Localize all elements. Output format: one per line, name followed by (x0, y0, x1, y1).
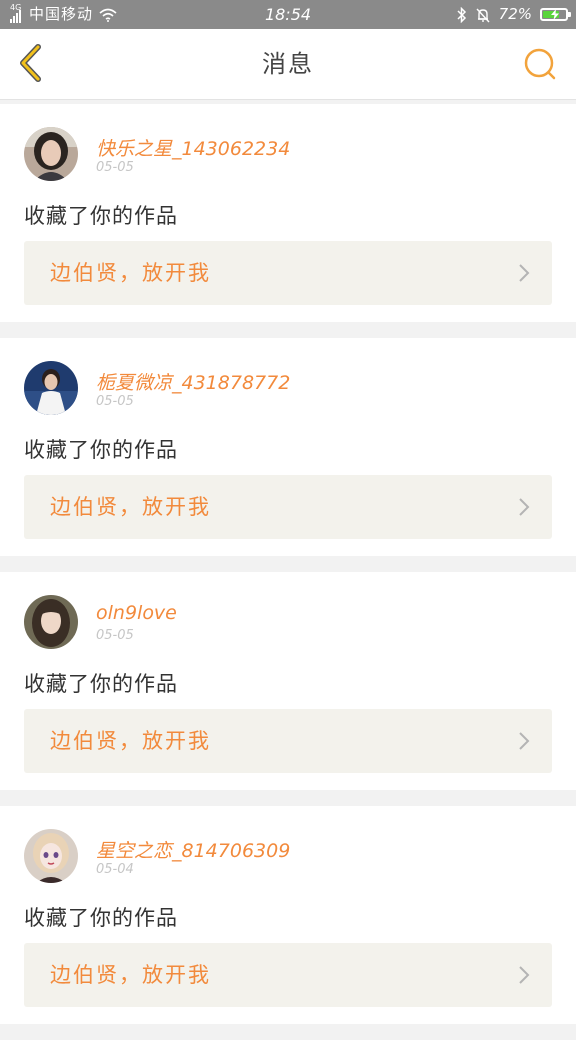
message-text: 收藏了你的作品 (24, 906, 178, 930)
page-title: 消息 (262, 50, 314, 78)
username[interactable]: 栀夏微凉_431878772 (96, 368, 290, 395)
search-button[interactable] (522, 46, 558, 82)
work-link[interactable]: 边伯贤，放开我 (24, 943, 552, 1007)
message-text: 收藏了你的作品 (24, 438, 178, 462)
avatar[interactable] (24, 595, 78, 649)
username[interactable]: 快乐之星_143062234 (96, 134, 290, 161)
message-date: 05-05 (96, 394, 134, 409)
status-bar-right: 72% (457, 0, 571, 29)
chevron-right-icon (519, 732, 530, 750)
work-title: 边伯贤，放开我 (50, 729, 211, 753)
message-item: 快乐之星_143062234 05-05 收藏了你的作品 边伯贤，放开我 (0, 104, 576, 322)
work-title: 边伯贤，放开我 (50, 495, 211, 519)
username[interactable]: 星空之恋_814706309 (96, 836, 290, 863)
message-date: 05-04 (96, 862, 134, 877)
message-item: 栀夏微凉_431878772 05-05 收藏了你的作品 边伯贤，放开我 (0, 338, 576, 556)
message-item: 星空之恋_814706309 05-04 收藏了你的作品 边伯贤，放开我 (0, 806, 576, 1024)
battery-percent: 72% (498, 5, 532, 23)
avatar[interactable] (24, 127, 78, 181)
mute-bell-icon (476, 8, 490, 22)
work-title: 边伯贤，放开我 (50, 963, 211, 987)
message-text: 收藏了你的作品 (24, 204, 178, 228)
battery-icon (540, 8, 571, 21)
message-date: 05-05 (96, 160, 134, 175)
work-link[interactable]: 边伯贤，放开我 (24, 709, 552, 773)
avatar[interactable] (24, 361, 78, 415)
message-text: 收藏了你的作品 (24, 672, 178, 696)
username[interactable]: oln9love (96, 602, 177, 624)
message-item: oln9love 05-05 收藏了你的作品 边伯贤，放开我 (0, 572, 576, 790)
top-nav-bar: 消息 (0, 29, 576, 100)
status-bar: 4G 中国移动 18:54 72% (0, 0, 576, 29)
chevron-right-icon (519, 966, 530, 984)
work-link[interactable]: 边伯贤，放开我 (24, 475, 552, 539)
message-list: 快乐之星_143062234 05-05 收藏了你的作品 边伯贤，放开我 栀夏微… (0, 104, 576, 1040)
bluetooth-icon (457, 6, 466, 23)
chevron-right-icon (519, 264, 530, 282)
work-link[interactable]: 边伯贤，放开我 (24, 241, 552, 305)
work-title: 边伯贤，放开我 (50, 261, 211, 285)
search-icon (524, 48, 556, 80)
avatar[interactable] (24, 829, 78, 883)
message-date: 05-05 (96, 628, 134, 643)
chevron-right-icon (519, 498, 530, 516)
